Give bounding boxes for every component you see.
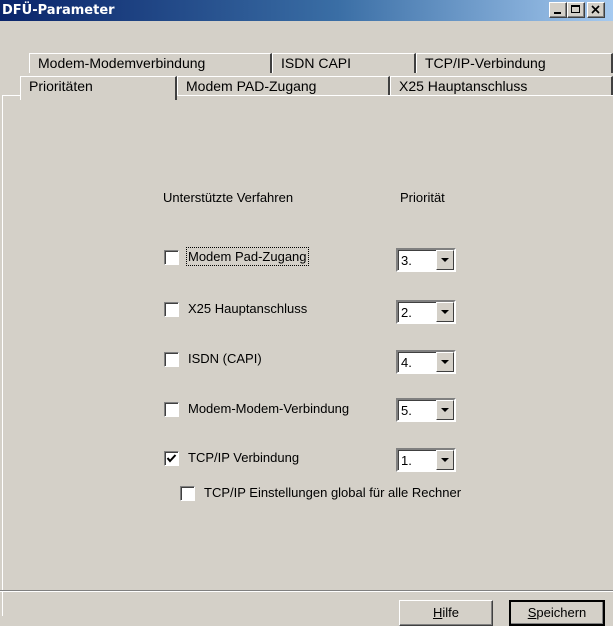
minimize-icon <box>554 12 561 14</box>
column-header-procedures: Unterstützte Verfahren <box>163 190 294 205</box>
column-header-priority: Priorität <box>400 190 445 205</box>
tab-isdn-capi[interactable]: ISDN CAPI <box>272 53 416 73</box>
checkbox-tcpip-verbindung[interactable] <box>164 451 179 466</box>
help-button-face[interactable]: Hilfe <box>399 600 493 626</box>
label-tcpip-global: TCP/IP Einstellungen global für alle Rec… <box>204 485 462 500</box>
chevron-down-icon[interactable] <box>436 250 454 270</box>
checkbox-tcpip-global[interactable] <box>180 486 195 501</box>
priority-select-modem-pad-zugang[interactable]: 3. <box>396 248 456 272</box>
tab-tcpip-verbindung[interactable]: TCP/IP-Verbindung <box>416 53 613 73</box>
priority-select-isdn-capi[interactable]: 4. <box>396 350 456 374</box>
chevron-down-icon[interactable] <box>436 450 454 470</box>
save-button[interactable]: Speichern <box>509 600 605 626</box>
tab-x25-hauptanschluss[interactable]: X25 Hauptanschluss <box>390 76 613 96</box>
checkmark-icon <box>166 454 177 463</box>
label-modem-modem-verbindung: Modem-Modem-Verbindung <box>188 401 350 416</box>
tab-prioritaeten[interactable]: Prioritäten <box>20 76 177 100</box>
priority-select-x25-hauptanschluss[interactable]: 2. <box>396 300 456 324</box>
chevron-down-icon[interactable] <box>436 400 454 420</box>
label-modem-pad-zugang: Modem Pad-Zugang <box>186 247 309 266</box>
label-x25-hauptanschluss: X25 Hauptanschluss <box>188 301 308 316</box>
title-bar: DFÜ-Parameter <box>0 0 613 21</box>
close-icon <box>591 5 600 14</box>
minimize-button[interactable] <box>549 2 567 18</box>
priority-select-modem-modem-verbindung[interactable]: 5. <box>396 398 456 422</box>
chevron-down-icon[interactable] <box>436 352 454 372</box>
checkbox-isdn-capi[interactable] <box>164 352 179 367</box>
priority-select-tcpip-verbindung[interactable]: 1. <box>396 448 456 472</box>
window-title: DFÜ-Parameter <box>2 3 115 18</box>
tab-modem-modemverbindung[interactable]: Modem-Modemverbindung <box>29 53 272 73</box>
label-tcpip-verbindung: TCP/IP Verbindung <box>188 450 300 465</box>
tab-modem-pad-zugang[interactable]: Modem PAD-Zugang <box>177 76 390 96</box>
checkbox-modem-modem-verbindung[interactable] <box>164 402 179 417</box>
divider <box>0 590 613 592</box>
label-isdn-capi: ISDN (CAPI) <box>188 351 262 366</box>
close-button[interactable] <box>587 2 605 18</box>
checkbox-x25-hauptanschluss[interactable] <box>164 302 179 317</box>
checkbox-modem-pad-zugang[interactable] <box>164 250 179 265</box>
maximize-icon <box>571 5 580 13</box>
maximize-button[interactable] <box>567 2 585 18</box>
chevron-down-icon[interactable] <box>436 302 454 322</box>
tab-page-prioritaeten: Unterstützte Verfahren Priorität <box>2 95 613 616</box>
